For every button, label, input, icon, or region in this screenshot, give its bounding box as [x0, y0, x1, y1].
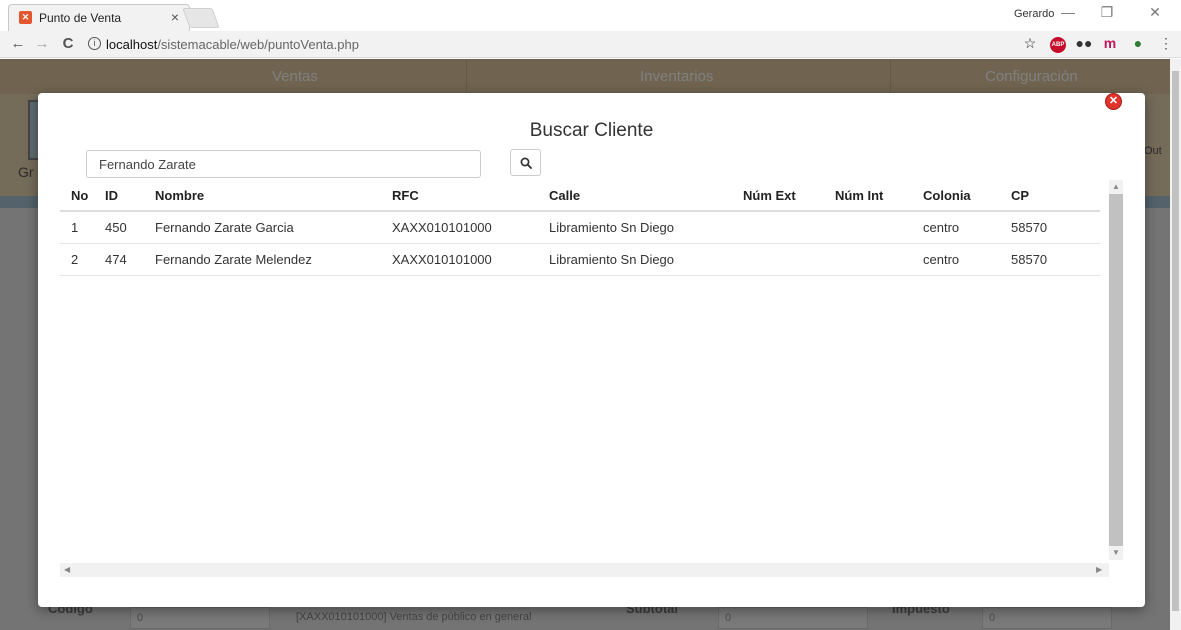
search-button[interactable]: [510, 149, 541, 176]
header-calle: Calle: [549, 180, 743, 212]
restore-button[interactable]: ❐: [1092, 4, 1122, 21]
browser-tab[interactable]: ✕ Punto de Venta ×: [8, 4, 190, 31]
search-icon: [520, 157, 532, 169]
info-icon[interactable]: i: [88, 37, 101, 50]
url-path: /sistemacable/web/puntoVenta.php: [157, 37, 359, 52]
scroll-left-icon[interactable]: ◀: [64, 565, 70, 574]
table-row[interactable]: 1 450 Fernando Zarate Garcia XAXX0101010…: [60, 211, 1100, 244]
xampp-favicon-icon: ✕: [19, 11, 32, 24]
bookmark-star-icon[interactable]: ☆: [1020, 35, 1040, 52]
profile-name[interactable]: Gerardo: [1014, 8, 1054, 20]
cell-id: 450: [105, 211, 155, 244]
cell-colonia: centro: [923, 211, 1011, 244]
header-cp: CP: [1011, 180, 1100, 212]
table-row[interactable]: 2 474 Fernando Zarate Melendez XAXX01010…: [60, 243, 1100, 276]
browser-toolbar: ← → C i localhost/sistemacable/web/punto…: [0, 31, 1181, 58]
clientes-table-container: No ID Nombre RFC Calle Núm Ext Núm Int C…: [60, 180, 1123, 575]
scroll-down-icon[interactable]: ▼: [1112, 548, 1120, 557]
scroll-up-icon[interactable]: ▲: [1112, 182, 1120, 191]
cell-colonia: centro: [923, 243, 1011, 276]
browser-titlebar: ✕ Punto de Venta × Gerardo — ❐ ✕: [0, 0, 1181, 31]
modal-title: Buscar Cliente: [529, 120, 654, 141]
cell-no: 2: [60, 243, 105, 276]
tab-close-icon[interactable]: ×: [171, 9, 179, 25]
cell-id: 474: [105, 243, 155, 276]
header-nombre: Nombre: [155, 180, 392, 212]
cell-num-int: [835, 243, 923, 276]
table-vertical-scrollbar-thumb[interactable]: [1109, 194, 1123, 546]
cell-rfc: XAXX010101000: [392, 211, 549, 244]
cell-num-int: [835, 211, 923, 244]
minimize-button[interactable]: —: [1053, 4, 1083, 20]
header-rfc: RFC: [392, 180, 549, 212]
page-scrollbar-thumb[interactable]: [1172, 71, 1179, 611]
m-extension-icon[interactable]: m: [1100, 35, 1120, 51]
header-colonia: Colonia: [923, 180, 1011, 212]
scroll-right-icon[interactable]: ▶: [1096, 565, 1102, 574]
cell-nombre: Fernando Zarate Garcia: [155, 211, 392, 244]
table-horizontal-scrollbar[interactable]: ◀ ▶: [60, 563, 1109, 577]
cell-cp: 58570: [1011, 211, 1100, 244]
cliente-search-input[interactable]: [86, 150, 481, 178]
reload-button[interactable]: C: [58, 35, 78, 52]
new-tab-button[interactable]: [182, 8, 220, 28]
page-scrollbar[interactable]: [1170, 59, 1181, 630]
address-bar[interactable]: localhost/sistemacable/web/puntoVenta.ph…: [106, 37, 359, 52]
cell-calle: Libramiento Sn Diego: [549, 243, 743, 276]
close-modal-icon[interactable]: ✕: [1105, 93, 1122, 110]
cell-num-ext: [743, 211, 835, 244]
header-no: No: [60, 180, 105, 212]
incognito-extension-icon[interactable]: ●●: [1074, 35, 1094, 51]
cell-rfc: XAXX010101000: [392, 243, 549, 276]
cell-num-ext: [743, 243, 835, 276]
forward-button[interactable]: →: [32, 35, 52, 52]
table-header-row: No ID Nombre RFC Calle Núm Ext Núm Int C…: [60, 180, 1100, 212]
buscar-cliente-modal: ✕ Buscar Cliente No ID Nombre RFC Calle …: [38, 93, 1145, 607]
cell-nombre: Fernando Zarate Melendez: [155, 243, 392, 276]
tab-title: Punto de Venta: [39, 11, 122, 25]
clientes-table: No ID Nombre RFC Calle Núm Ext Núm Int C…: [60, 180, 1100, 276]
cell-calle: Libramiento Sn Diego: [549, 211, 743, 244]
close-window-button[interactable]: ✕: [1140, 4, 1170, 21]
adblock-icon[interactable]: ABP: [1050, 37, 1066, 53]
header-num-int: Núm Int: [835, 180, 923, 212]
cell-no: 1: [60, 211, 105, 244]
back-button[interactable]: ←: [8, 35, 28, 52]
globe-extension-icon[interactable]: ●: [1128, 35, 1148, 51]
header-id: ID: [105, 180, 155, 212]
url-host: localhost: [106, 37, 158, 52]
header-num-ext: Núm Ext: [743, 180, 835, 212]
browser-menu-icon[interactable]: ⋮: [1156, 35, 1176, 52]
table-vertical-scrollbar[interactable]: ▲ ▼: [1109, 180, 1123, 560]
cell-cp: 58570: [1011, 243, 1100, 276]
